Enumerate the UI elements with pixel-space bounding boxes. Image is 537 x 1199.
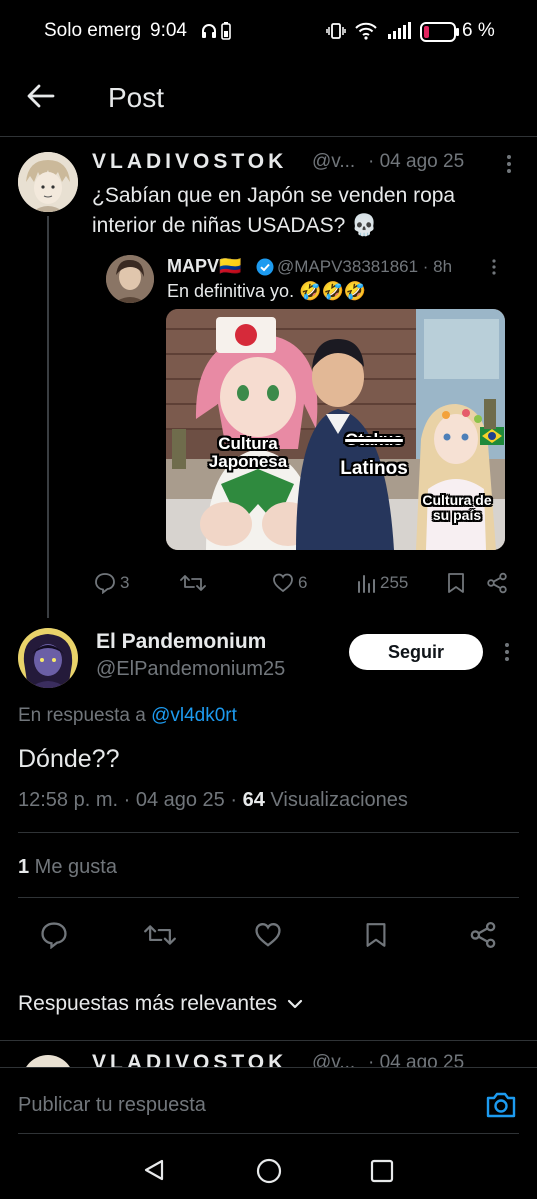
reply-author-handle[interactable]: @ElPandemonium25 <box>96 658 285 681</box>
like-action[interactable]: 6 <box>272 572 307 594</box>
bookmark-button-2[interactable] <box>358 917 394 953</box>
like-count: 6 <box>298 573 308 592</box>
quoted-more-button[interactable] <box>487 258 501 276</box>
reply-icon <box>41 922 67 949</box>
more-vertical-icon <box>507 155 511 173</box>
share-icon <box>470 922 496 948</box>
quoted-handle-time[interactable]: @MAPV38381861 · 8h <box>277 257 452 277</box>
views-icon <box>358 575 375 593</box>
reply-count: 3 <box>120 573 130 592</box>
views-action[interactable]: 255 <box>356 572 408 594</box>
heart-icon <box>273 573 293 593</box>
meme-label-left: Cultura Japonesa <box>208 434 288 471</box>
post-timestamp[interactable]: 12:58 p. m. · 04 ago 25 · <box>18 789 243 811</box>
vibrate-icon <box>326 22 346 40</box>
verified-badge-icon <box>256 258 274 276</box>
flag-icon: 🇨🇴 <box>219 256 242 276</box>
quoted-author-name-text: MAPV <box>167 256 220 276</box>
page-title: Post <box>108 82 165 113</box>
reply-action[interactable]: 3 <box>94 572 129 594</box>
likes-number: 1 <box>18 856 30 878</box>
views-label: Visualizaciones <box>264 789 408 811</box>
next-reply-handle: @v... <box>312 1052 356 1067</box>
author-name[interactable]: VLADIVOSTOK <box>92 150 287 174</box>
replies-sort-dropdown[interactable]: Respuestas más relevantes <box>18 992 303 1016</box>
bookmark-button[interactable] <box>446 572 466 594</box>
back-button[interactable] <box>26 82 58 110</box>
reply-avatar[interactable] <box>18 628 78 688</box>
more-vertical-icon <box>505 643 509 661</box>
signal-icon <box>387 22 413 40</box>
likes-divider <box>18 897 519 898</box>
quoted-author-name[interactable]: MAPV🇨🇴 <box>167 256 241 277</box>
next-reply-date: · 04 ago 25 <box>368 1052 465 1067</box>
triangle-back-icon <box>144 1159 164 1181</box>
nav-home-button[interactable] <box>256 1158 282 1184</box>
meme-label-middle: Latinos <box>340 458 408 479</box>
in-reply-to-link[interactable]: @vl4dk0rt <box>151 705 237 726</box>
camera-icon <box>486 1092 516 1118</box>
post-meta: 12:58 p. m. · 04 ago 25 · 64 Visualizaci… <box>18 789 408 812</box>
arrow-left-icon <box>27 84 55 108</box>
in-reply-to-prefix: En respuesta a <box>18 705 152 726</box>
battery-saver-icon <box>221 22 231 40</box>
avatar[interactable] <box>18 152 78 212</box>
headphones-icon <box>200 22 218 40</box>
quoted-avatar[interactable] <box>106 255 154 303</box>
next-reply-author: VLADIVOSTOK <box>92 1051 288 1067</box>
quoted-text: En definitiva yo. 🤣🤣🤣 <box>167 281 367 301</box>
next-reply-avatar <box>22 1055 74 1067</box>
meta-divider <box>18 832 519 833</box>
post-text: ¿Sabían que en Japón se venden ropa inte… <box>92 184 456 237</box>
composer-divider <box>18 1133 519 1134</box>
thread-line <box>47 216 49 618</box>
likes-summary[interactable]: 1 Me gusta <box>18 856 117 879</box>
carrier-label: Solo emerg <box>44 20 142 41</box>
replies-sort-label: Respuestas más relevantes <box>18 992 278 1015</box>
share-button[interactable] <box>486 572 508 594</box>
like-button[interactable] <box>250 917 286 953</box>
share-icon <box>487 572 507 594</box>
reply-button[interactable] <box>36 917 72 953</box>
reply-author-name[interactable]: El Pandemonium <box>96 630 266 654</box>
likes-label: Me gusta <box>29 856 117 878</box>
heart-icon <box>255 923 281 947</box>
repost-icon <box>180 575 206 591</box>
nav-back-button[interactable] <box>142 1158 166 1182</box>
chevron-down-icon <box>288 999 303 1009</box>
repost-button[interactable] <box>142 917 178 953</box>
bookmark-icon <box>366 923 386 947</box>
post-date[interactable]: · 04 ago 25 <box>368 151 464 173</box>
in-reply-to: En respuesta a @vl4dk0rt <box>18 705 237 727</box>
meme-image[interactable]: Cultura Japonesa Otakus Latinos Cultura … <box>166 309 505 550</box>
reply-input[interactable]: Publicar tu respuesta <box>18 1094 206 1117</box>
wifi-icon <box>354 22 378 40</box>
share-button-2[interactable] <box>465 917 501 953</box>
follow-button[interactable]: Seguir <box>349 634 483 670</box>
next-reply-peek[interactable]: VLADIVOSTOK @v... · 04 ago 25 <box>0 1041 537 1067</box>
reply-more-button[interactable] <box>500 641 514 663</box>
views-number: 64 <box>242 789 265 811</box>
more-vertical-icon <box>492 259 496 275</box>
author-handle[interactable]: @v... <box>312 151 355 173</box>
bookmark-icon <box>448 573 464 593</box>
battery-icon <box>420 22 460 42</box>
reply-text: Dónde?? <box>18 745 120 773</box>
meme-label-struck: Otakus <box>345 430 403 449</box>
status-bar: Solo emerg 9:04 6 % <box>0 0 537 62</box>
circle-home-icon <box>256 1158 282 1184</box>
repost-action[interactable] <box>180 572 210 594</box>
more-options-button[interactable] <box>500 153 518 175</box>
nav-recents-button[interactable] <box>370 1159 394 1183</box>
repost-icon <box>144 925 176 945</box>
header-divider <box>0 136 537 137</box>
camera-button[interactable] <box>485 1090 517 1122</box>
square-recents-icon <box>370 1159 394 1183</box>
battery-percent: 6 % <box>462 20 495 41</box>
clock: 9:04 <box>150 20 187 41</box>
reply-icon <box>95 573 115 594</box>
views-count: 255 <box>380 573 409 592</box>
system-nav-bar <box>0 1136 537 1199</box>
meme-label-right: Cultura de su país <box>422 492 492 523</box>
